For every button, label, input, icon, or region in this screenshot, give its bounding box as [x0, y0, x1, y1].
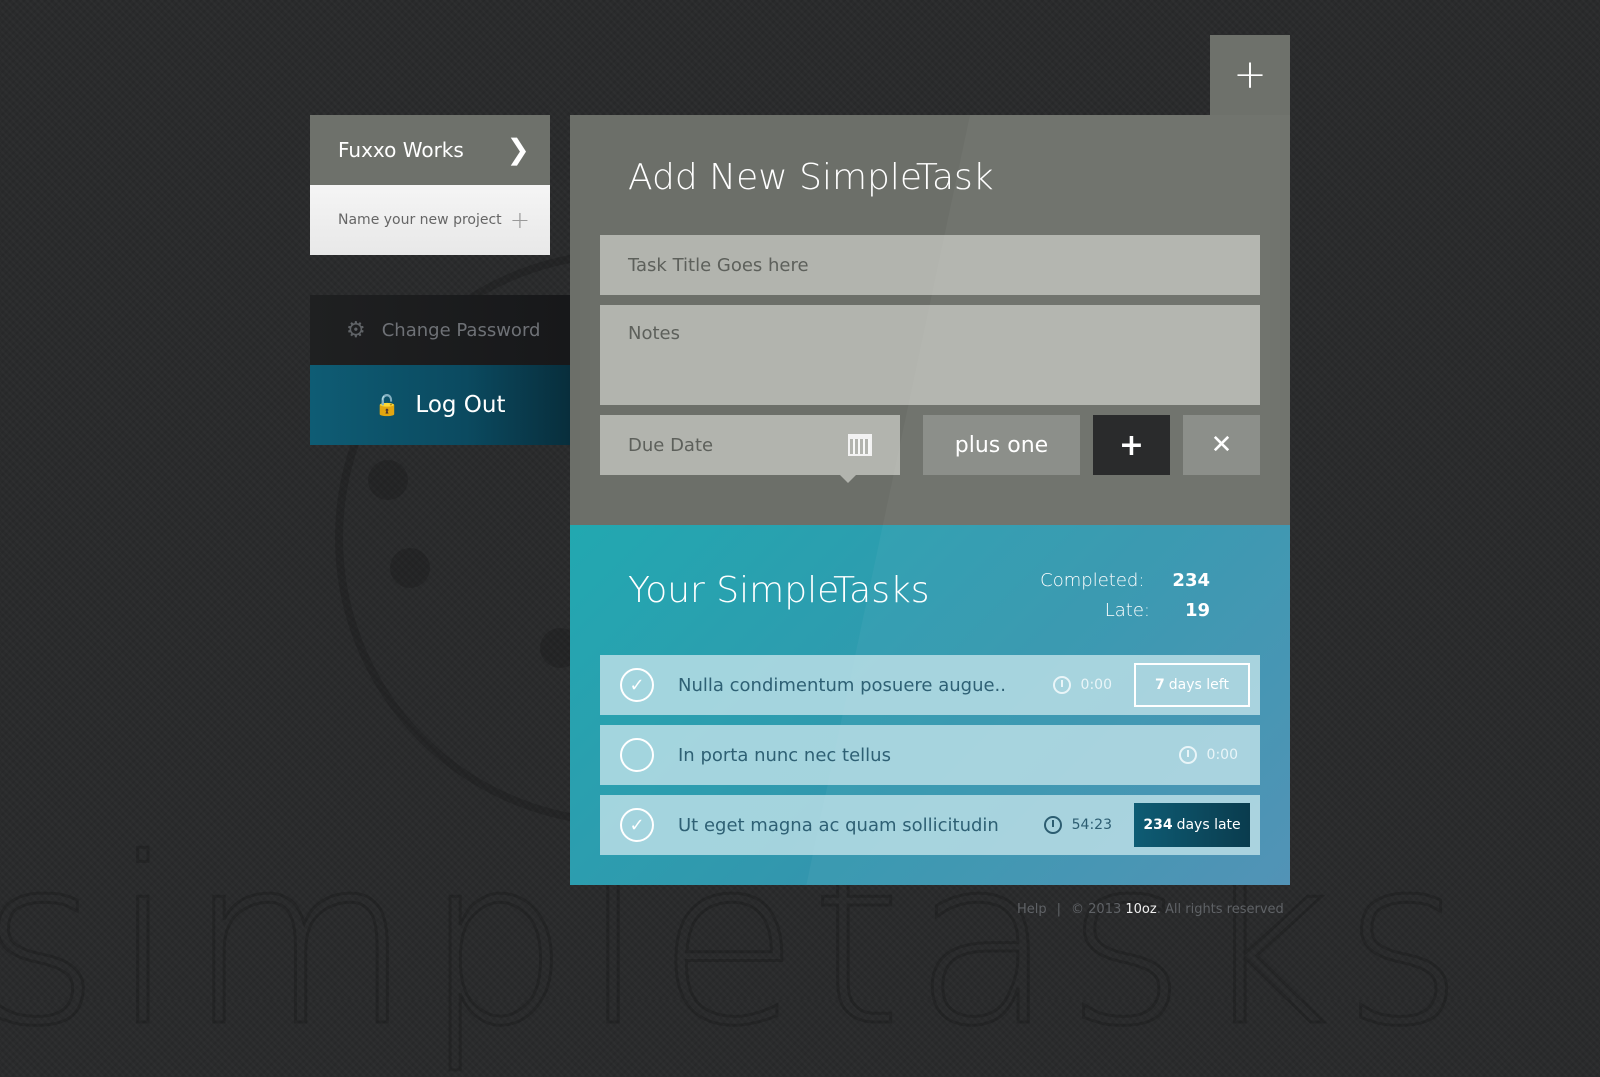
check-icon: ✓	[629, 814, 645, 836]
brand-link[interactable]: 10oz	[1125, 902, 1156, 917]
rights-text: . All rights reserved	[1156, 902, 1284, 917]
cancel-task-button[interactable]: ✕	[1183, 415, 1260, 475]
task-time: 0:00	[1206, 747, 1238, 763]
days-left-badge: 7 days left	[1134, 663, 1250, 707]
new-project-field[interactable]: Name your new project +	[310, 185, 550, 255]
completed-label: Completed:	[1040, 569, 1145, 591]
days-late-badge: 234 days late	[1134, 803, 1250, 847]
new-task-tab-button[interactable]: +	[1210, 35, 1290, 115]
task-timer[interactable]: 0:00	[1052, 676, 1112, 694]
badge-text: days late	[1176, 817, 1241, 833]
close-icon: ✕	[1210, 430, 1233, 460]
task-complete-toggle[interactable]: ✓	[620, 808, 654, 842]
background-dot	[368, 460, 408, 500]
gear-icon: ⚙	[346, 317, 366, 343]
project-name: Fuxxo Works	[338, 138, 464, 162]
task-time: 0:00	[1080, 677, 1112, 693]
project-switcher: Fuxxo Works ❯ Name your new project +	[310, 115, 550, 255]
footer-divider: |	[1056, 902, 1062, 917]
clock-icon	[1043, 816, 1062, 834]
task-title-input[interactable]: Task Title Goes here	[600, 235, 1260, 295]
completed-count: 234	[1172, 569, 1210, 591]
chevron-right-icon: ❯	[506, 133, 530, 166]
clock-icon	[1178, 746, 1197, 764]
task-text: Ut eget magna ac quam sollicitudin	[678, 814, 999, 836]
footer: Help | © 2013 10oz. All rights reserved	[1017, 902, 1284, 917]
task-list-panel: Your SimpleTasks Completed: 234 Late: 19…	[570, 525, 1290, 885]
task-text: In porta nunc nec tellus	[678, 744, 891, 766]
help-link[interactable]: Help	[1017, 902, 1047, 917]
task-complete-toggle[interactable]	[620, 738, 654, 772]
task-timer[interactable]: 0:00	[1178, 746, 1238, 764]
task-title-placeholder: Task Title Goes here	[628, 254, 809, 276]
late-count: 19	[1184, 599, 1210, 621]
calendar-icon[interactable]	[848, 434, 872, 456]
add-task-button[interactable]: +	[1093, 415, 1170, 475]
check-icon: ✓	[629, 674, 645, 696]
badge-text: days left	[1168, 677, 1229, 693]
due-date-placeholder: Due Date	[628, 434, 714, 456]
change-password-label: Change Password	[381, 319, 541, 341]
task-complete-toggle[interactable]: ✓	[620, 668, 654, 702]
current-project-button[interactable]: Fuxxo Works ❯	[310, 115, 550, 185]
plus-one-button[interactable]: plus one	[923, 415, 1080, 475]
task-timer[interactable]: 54:23	[1043, 816, 1112, 834]
background-dot	[390, 548, 430, 588]
late-label: Late:	[1104, 599, 1150, 621]
add-project-icon[interactable]: +	[510, 206, 530, 234]
due-date-input[interactable]: Due Date	[600, 415, 900, 475]
plus-icon: +	[1233, 52, 1267, 98]
copyright-text: © 2013	[1071, 902, 1122, 917]
task-list-title: Your SimpleTasks	[628, 570, 930, 611]
task-row[interactable]: ✓ Ut eget magna ac quam sollicitudin 54:…	[600, 795, 1260, 855]
notes-placeholder: Notes	[628, 323, 680, 344]
task-row[interactable]: In porta nunc nec tellus 0:00	[600, 725, 1260, 785]
task-time: 54:23	[1071, 817, 1112, 833]
clock-icon	[1052, 676, 1071, 694]
notes-input[interactable]: Notes	[600, 305, 1260, 405]
badge-count: 7	[1155, 677, 1165, 693]
logout-button[interactable]: 🔓 Log Out	[310, 365, 570, 445]
add-task-panel: Add New SimpleTask Task Title Goes here …	[570, 115, 1290, 525]
unlock-icon: 🔓	[374, 393, 400, 417]
change-password-button[interactable]: ⚙ Change Password	[310, 295, 570, 365]
task-text: Nulla condimentum posuere augue..	[678, 674, 1006, 696]
task-row[interactable]: ✓ Nulla condimentum posuere augue.. 0:00…	[600, 655, 1260, 715]
task-stats: Completed: 234 Late: 19	[1040, 565, 1210, 625]
due-date-pointer	[840, 475, 856, 483]
plus-icon: +	[1118, 427, 1145, 463]
plus-one-label: plus one	[954, 432, 1049, 458]
badge-count: 234	[1143, 817, 1173, 833]
new-project-placeholder: Name your new project	[338, 212, 502, 228]
logout-label: Log Out	[415, 392, 506, 418]
add-task-title: Add New SimpleTask	[628, 157, 994, 198]
